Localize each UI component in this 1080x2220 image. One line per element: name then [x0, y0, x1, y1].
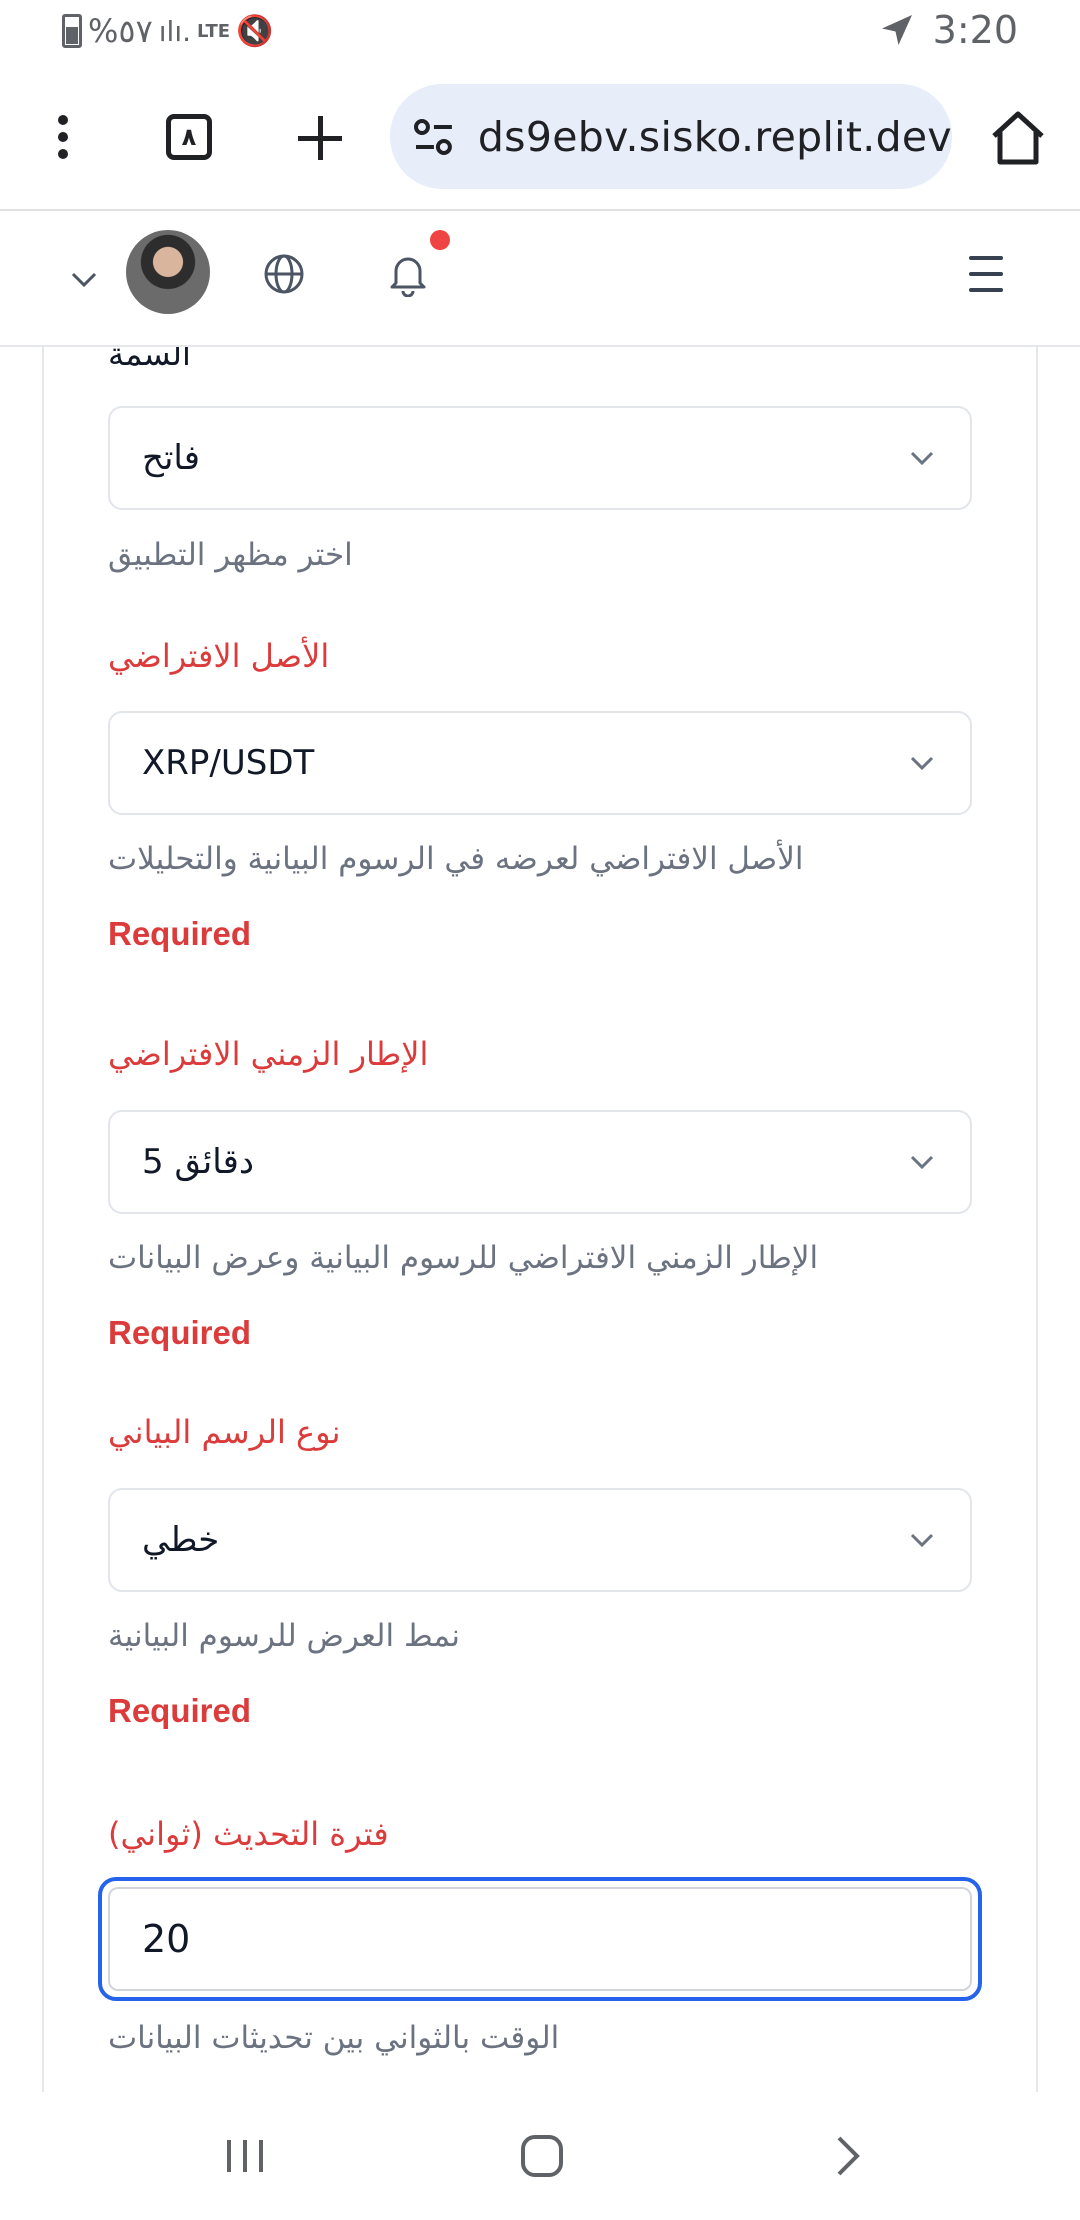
timeframe-select[interactable]: 5 دقائق: [108, 1110, 972, 1214]
address-bar[interactable]: ds9ebv.sisko.replit.dev: [390, 84, 952, 189]
home-icon[interactable]: [986, 108, 1050, 168]
asset-helper: الأصل الافتراضي لعرضه في الرسوم البيانية…: [108, 841, 804, 877]
tab-count: ٨: [181, 123, 197, 151]
recent-apps-icon[interactable]: [220, 2128, 270, 2184]
timeframe-label: الإطار الزمني الافتراضي: [108, 1035, 429, 1073]
theme-select[interactable]: فاتح: [108, 406, 972, 510]
clock: 3:20: [932, 8, 1018, 52]
app-header: [0, 212, 1080, 347]
asset-error: Required: [108, 915, 252, 952]
settings-form: السمة فاتح اختر مظهر التطبيق الأصل الافت…: [0, 347, 1080, 2092]
theme-label: السمة: [108, 347, 191, 373]
asset-select[interactable]: XRP/USDT: [108, 711, 972, 815]
refresh-interval-input[interactable]: 20: [108, 1887, 972, 1991]
refresh-label: فترة التحديث (ثواني): [108, 1815, 389, 1853]
status-bar: %٥٧ ılı. LTE 🔇 3:20: [0, 0, 1080, 66]
chevron-down-icon: [910, 1533, 934, 1548]
location-arrow-icon: [881, 15, 912, 45]
chart-type-value: خطي: [142, 1520, 220, 1560]
refresh-input-focus-ring: 20: [98, 1877, 982, 2001]
notification-badge: [430, 230, 450, 250]
battery-text: %٥٧: [88, 12, 153, 50]
bell-icon[interactable]: [386, 250, 430, 298]
lte-label: LTE: [197, 20, 231, 42]
url-text: ds9ebv.sisko.replit.dev: [477, 112, 952, 161]
refresh-helper: الوقت بالثواني بين تحديثات البيانات: [108, 2020, 560, 2056]
system-nav-bar: [0, 2092, 1080, 2220]
status-left: %٥٧ ılı. LTE 🔇: [62, 12, 273, 50]
asset-value: XRP/USDT: [142, 743, 315, 783]
status-right: 3:20: [879, 8, 1018, 52]
signal-icon: ılı.: [158, 14, 192, 48]
avatar[interactable]: [126, 230, 210, 314]
chart-type-error: Required: [108, 1692, 252, 1729]
timeframe-helper: الإطار الزمني الافتراضي للرسوم البيانية …: [108, 1240, 819, 1276]
asset-label: الأصل الافتراضي: [108, 637, 330, 675]
chart-type-label: نوع الرسم البياني: [108, 1413, 341, 1451]
site-settings-icon[interactable]: [412, 117, 456, 157]
theme-helper: اختر مظهر التطبيق: [108, 537, 353, 573]
browser-toolbar: ٨ ds9ebv.sisko.replit.dev: [0, 66, 1080, 211]
chevron-down-icon: [910, 1155, 934, 1170]
tab-switcher-button[interactable]: ٨: [166, 114, 212, 160]
more-options-icon[interactable]: [38, 112, 88, 162]
chart-type-select[interactable]: خطي: [108, 1488, 972, 1592]
timeframe-value: 5 دقائق: [142, 1142, 255, 1182]
battery-icon: [62, 14, 82, 48]
timeframe-error: Required: [108, 1314, 252, 1351]
menu-icon[interactable]: [966, 256, 1006, 292]
chevron-down-icon: [910, 756, 934, 771]
chevron-down-icon[interactable]: [64, 260, 104, 300]
new-tab-icon[interactable]: [292, 110, 348, 166]
chart-type-helper: نمط العرض للرسوم البيانية: [108, 1618, 460, 1654]
mute-icon: 🔇: [236, 13, 274, 49]
globe-icon[interactable]: [262, 252, 306, 296]
back-icon[interactable]: [828, 2128, 868, 2184]
home-nav-icon[interactable]: [518, 2128, 566, 2184]
theme-value: فاتح: [142, 438, 201, 478]
chevron-down-icon: [910, 451, 934, 466]
